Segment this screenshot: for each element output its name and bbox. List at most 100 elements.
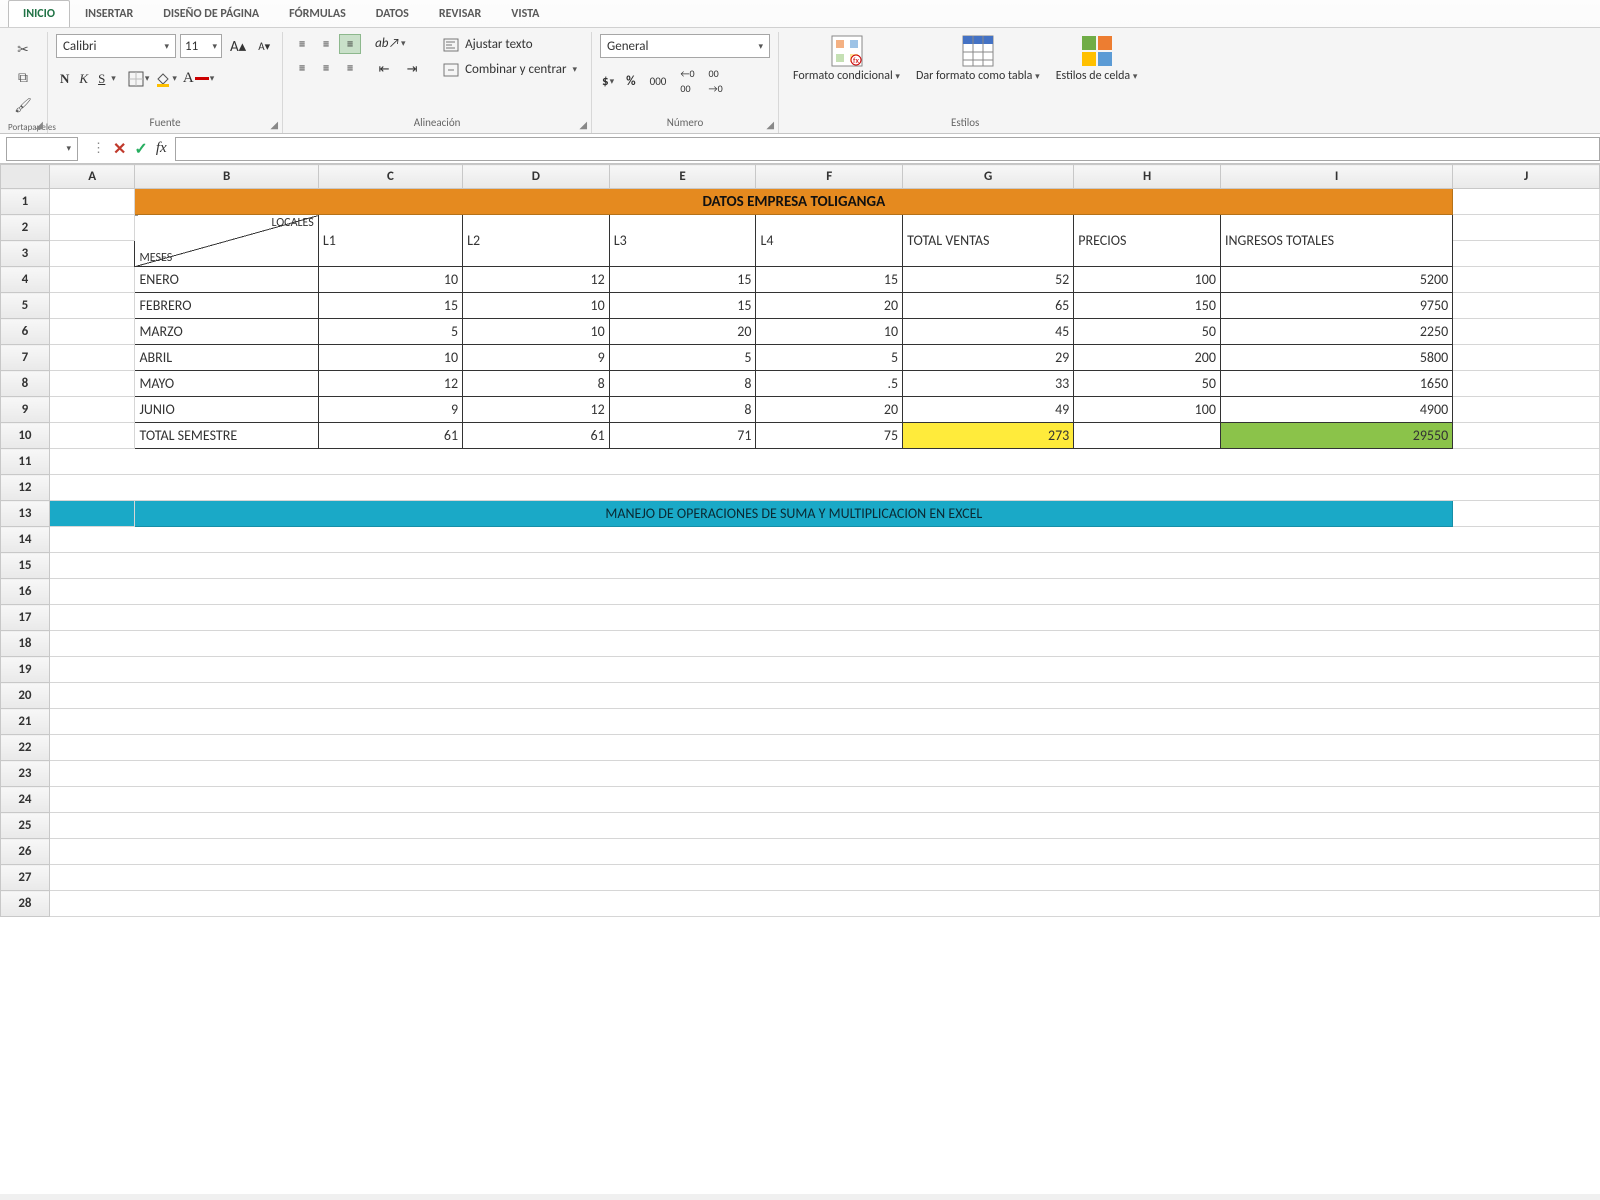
accounting-format-button[interactable]: $▾ xyxy=(600,72,616,91)
cell[interactable]: 50 xyxy=(1074,319,1221,345)
tab-vista[interactable]: VISTA xyxy=(496,0,554,27)
cell[interactable] xyxy=(49,553,1599,579)
sheet-title[interactable]: DATOS EMPRESA TOLIGANGA xyxy=(135,189,1453,215)
row-head[interactable]: 25 xyxy=(1,813,50,839)
row-head[interactable]: 7 xyxy=(1,345,50,371)
cell[interactable]: 9 xyxy=(318,397,462,423)
fill-color-button[interactable]: ▾ xyxy=(153,69,179,89)
header-l4[interactable]: L4 xyxy=(756,215,903,267)
orientation-button[interactable]: ab↗ ▾ xyxy=(373,34,423,53)
dialog-launcher-numero[interactable]: ◢ xyxy=(766,118,774,131)
header-l3[interactable]: L3 xyxy=(609,215,756,267)
row-head[interactable]: 18 xyxy=(1,631,50,657)
cell[interactable]: 45 xyxy=(903,319,1074,345)
underline-button[interactable]: S xyxy=(94,69,109,89)
cell[interactable]: 12 xyxy=(318,371,462,397)
cell-month[interactable]: JUNIO xyxy=(135,397,318,423)
row-head[interactable]: 14 xyxy=(1,527,50,553)
align-bottom-icon[interactable]: ≡ xyxy=(339,34,361,54)
cell[interactable] xyxy=(49,683,1599,709)
row-head[interactable]: 22 xyxy=(1,735,50,761)
cell[interactable] xyxy=(49,813,1599,839)
cell[interactable]: 10 xyxy=(318,267,462,293)
row-head[interactable]: 21 xyxy=(1,709,50,735)
row-head[interactable]: 11 xyxy=(1,449,50,475)
cell[interactable]: 29 xyxy=(903,345,1074,371)
cell[interactable] xyxy=(49,215,135,241)
number-format-select[interactable]: General ▾ xyxy=(600,34,770,58)
row-head[interactable]: 15 xyxy=(1,553,50,579)
dialog-launcher-portapapeles[interactable]: ◢ xyxy=(35,118,43,131)
col-head-h[interactable]: H xyxy=(1074,165,1221,189)
decrease-indent-icon[interactable]: ⇤ xyxy=(373,59,395,79)
cell[interactable]: 5200 xyxy=(1220,267,1452,293)
decrease-decimal-button[interactable]: 00→0 xyxy=(705,64,727,98)
cell[interactable] xyxy=(49,735,1599,761)
row-head[interactable]: 8 xyxy=(1,371,50,397)
cell[interactable] xyxy=(49,267,135,293)
cell[interactable]: 15 xyxy=(609,267,756,293)
cell[interactable] xyxy=(49,605,1599,631)
row-head[interactable]: 2 xyxy=(1,215,50,241)
merge-center-button[interactable]: Combinar y centrar ▾ xyxy=(437,59,583,80)
col-head-b[interactable]: B xyxy=(135,165,318,189)
col-head-f[interactable]: F xyxy=(756,165,903,189)
cell-month[interactable]: MAYO xyxy=(135,371,318,397)
cell[interactable] xyxy=(49,865,1599,891)
tab-insertar[interactable]: INSERTAR xyxy=(70,0,148,27)
cell[interactable] xyxy=(49,761,1599,787)
borders-button[interactable]: ▾ xyxy=(126,69,152,89)
font-family-select[interactable]: Calibri ▾ xyxy=(56,34,176,58)
row-head[interactable]: 26 xyxy=(1,839,50,865)
cell[interactable] xyxy=(49,345,135,371)
cell[interactable]: 65 xyxy=(903,293,1074,319)
col-head-a[interactable]: A xyxy=(49,165,135,189)
cell-total-label[interactable]: TOTAL SEMESTRE xyxy=(135,423,318,449)
enter-icon[interactable]: ✓ xyxy=(134,139,147,159)
cell[interactable]: 1650 xyxy=(1220,371,1452,397)
cell[interactable]: 9 xyxy=(463,345,610,371)
expand-bar-icon[interactable]: ⋮ xyxy=(92,141,105,156)
cell-styles-button[interactable]: Estilos de celda ▾ xyxy=(1050,34,1144,83)
instruction-text[interactable]: MANEJO DE OPERACIONES DE SUMA Y MULTIPLI… xyxy=(135,501,1453,527)
cell[interactable]: 150 xyxy=(1074,293,1221,319)
cell[interactable] xyxy=(1453,423,1600,449)
cell[interactable]: 20 xyxy=(609,319,756,345)
row-head[interactable]: 6 xyxy=(1,319,50,345)
cell[interactable]: 10 xyxy=(756,319,903,345)
decrease-font-icon[interactable]: A▾ xyxy=(254,38,274,55)
cell[interactable]: 50 xyxy=(1074,371,1221,397)
cell[interactable]: 15 xyxy=(318,293,462,319)
cell[interactable]: 5800 xyxy=(1220,345,1452,371)
tab-diseno-pagina[interactable]: DISEÑO DE PÁGINA xyxy=(148,0,274,27)
cell[interactable]: 5 xyxy=(756,345,903,371)
row-head[interactable]: 24 xyxy=(1,787,50,813)
cell[interactable] xyxy=(49,527,1599,553)
cell[interactable] xyxy=(49,397,135,423)
cell[interactable] xyxy=(1453,241,1600,267)
col-head-e[interactable]: E xyxy=(609,165,756,189)
row-head[interactable]: 13 xyxy=(1,501,50,527)
cell[interactable] xyxy=(49,657,1599,683)
increase-decimal-button[interactable]: ←000 xyxy=(676,64,698,98)
italic-button[interactable]: K xyxy=(75,69,92,89)
cell[interactable] xyxy=(1453,397,1600,423)
select-all-corner[interactable] xyxy=(1,165,50,189)
header-total-ventas[interactable]: TOTAL VENTAS xyxy=(903,215,1074,267)
percent-format-button[interactable]: % xyxy=(622,72,639,91)
cell[interactable] xyxy=(1453,345,1600,371)
row-head[interactable]: 10 xyxy=(1,423,50,449)
row-head[interactable]: 20 xyxy=(1,683,50,709)
cell[interactable] xyxy=(49,241,135,267)
cell[interactable] xyxy=(49,709,1599,735)
cell[interactable] xyxy=(49,189,135,215)
cell[interactable]: 12 xyxy=(463,267,610,293)
cell[interactable] xyxy=(49,631,1599,657)
row-head[interactable]: 16 xyxy=(1,579,50,605)
cell-month[interactable]: ENERO xyxy=(135,267,318,293)
cell[interactable] xyxy=(1453,371,1600,397)
align-left-icon[interactable]: ≡ xyxy=(291,58,313,78)
cell[interactable]: 8 xyxy=(609,371,756,397)
cell[interactable] xyxy=(49,293,135,319)
cell[interactable]: 8 xyxy=(463,371,610,397)
